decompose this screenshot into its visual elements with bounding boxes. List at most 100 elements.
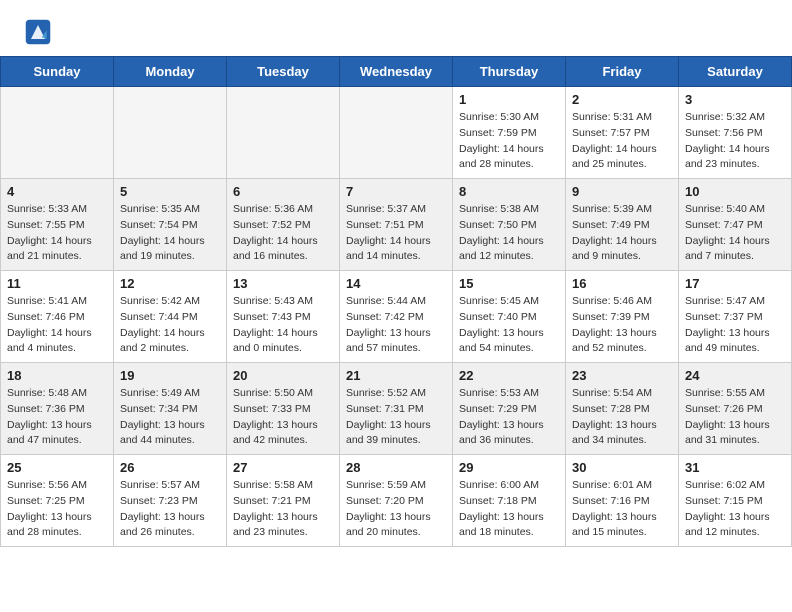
day-number: 18: [7, 368, 107, 383]
calendar-week-row: 25 Sunrise: 5:56 AM Sunset: 7:25 PM Dayli…: [1, 455, 792, 547]
calendar-day-cell: 18 Sunrise: 5:48 AM Sunset: 7:36 PM Dayli…: [1, 363, 114, 455]
day-number: 27: [233, 460, 333, 475]
day-of-week-header: Tuesday: [227, 57, 340, 87]
calendar-day-cell: 7 Sunrise: 5:37 AM Sunset: 7:51 PM Daylig…: [340, 179, 453, 271]
calendar-day-cell: 26 Sunrise: 5:57 AM Sunset: 7:23 PM Dayli…: [114, 455, 227, 547]
page-header: [0, 0, 792, 56]
calendar-day-cell: 23 Sunrise: 5:54 AM Sunset: 7:28 PM Dayli…: [566, 363, 679, 455]
calendar-day-cell: 16 Sunrise: 5:46 AM Sunset: 7:39 PM Dayli…: [566, 271, 679, 363]
day-of-week-header: Friday: [566, 57, 679, 87]
calendar-day-cell: 14 Sunrise: 5:44 AM Sunset: 7:42 PM Dayli…: [340, 271, 453, 363]
day-info: Sunrise: 5:49 AM Sunset: 7:34 PM Dayligh…: [120, 386, 220, 449]
day-info: Sunrise: 5:38 AM Sunset: 7:50 PM Dayligh…: [459, 202, 559, 265]
day-number: 24: [685, 368, 785, 383]
calendar-day-cell: 13 Sunrise: 5:43 AM Sunset: 7:43 PM Dayli…: [227, 271, 340, 363]
day-info: Sunrise: 5:57 AM Sunset: 7:23 PM Dayligh…: [120, 478, 220, 541]
day-number: 5: [120, 184, 220, 199]
calendar-day-cell: 15 Sunrise: 5:45 AM Sunset: 7:40 PM Dayli…: [453, 271, 566, 363]
calendar-week-row: 18 Sunrise: 5:48 AM Sunset: 7:36 PM Dayli…: [1, 363, 792, 455]
calendar-day-cell: 29 Sunrise: 6:00 AM Sunset: 7:18 PM Dayli…: [453, 455, 566, 547]
calendar-day-cell: 5 Sunrise: 5:35 AM Sunset: 7:54 PM Daylig…: [114, 179, 227, 271]
day-number: 2: [572, 92, 672, 107]
day-info: Sunrise: 5:31 AM Sunset: 7:57 PM Dayligh…: [572, 110, 672, 173]
day-number: 14: [346, 276, 446, 291]
day-info: Sunrise: 6:00 AM Sunset: 7:18 PM Dayligh…: [459, 478, 559, 541]
day-info: Sunrise: 5:48 AM Sunset: 7:36 PM Dayligh…: [7, 386, 107, 449]
day-number: 6: [233, 184, 333, 199]
day-info: Sunrise: 5:44 AM Sunset: 7:42 PM Dayligh…: [346, 294, 446, 357]
day-of-week-header: Sunday: [1, 57, 114, 87]
day-number: 15: [459, 276, 559, 291]
calendar-day-cell: 30Sunrise: 6:01 AM Sunset: 7:16 PM Dayli…: [566, 455, 679, 547]
calendar-day-cell: 17 Sunrise: 5:47 AM Sunset: 7:37 PM Dayli…: [679, 271, 792, 363]
day-number: 11: [7, 276, 107, 291]
day-number: 3: [685, 92, 785, 107]
day-number: 10: [685, 184, 785, 199]
calendar-day-cell: 28 Sunrise: 5:59 AM Sunset: 7:20 PM Dayli…: [340, 455, 453, 547]
calendar-day-cell: 8 Sunrise: 5:38 AM Sunset: 7:50 PM Daylig…: [453, 179, 566, 271]
day-info: Sunrise: 5:55 AM Sunset: 7:26 PM Dayligh…: [685, 386, 785, 449]
calendar-day-cell: 19 Sunrise: 5:49 AM Sunset: 7:34 PM Dayli…: [114, 363, 227, 455]
logo-icon: [24, 18, 52, 46]
day-info: Sunrise: 5:36 AM Sunset: 7:52 PM Dayligh…: [233, 202, 333, 265]
day-number: 19: [120, 368, 220, 383]
day-of-week-header: Monday: [114, 57, 227, 87]
day-number: 26: [120, 460, 220, 475]
calendar-week-row: 11 Sunrise: 5:41 AM Sunset: 7:46 PM Dayli…: [1, 271, 792, 363]
day-info: Sunrise: 5:35 AM Sunset: 7:54 PM Dayligh…: [120, 202, 220, 265]
calendar-day-cell: 4Sunrise: 5:33 AM Sunset: 7:55 PM Daylig…: [1, 179, 114, 271]
calendar-day-cell: 9Sunrise: 5:39 AM Sunset: 7:49 PM Daylig…: [566, 179, 679, 271]
calendar-day-cell: 31Sunrise: 6:02 AM Sunset: 7:15 PM Dayli…: [679, 455, 792, 547]
day-info: Sunrise: 6:01 AM Sunset: 7:16 PM Dayligh…: [572, 478, 672, 541]
day-info: Sunrise: 5:42 AM Sunset: 7:44 PM Dayligh…: [120, 294, 220, 357]
day-number: 8: [459, 184, 559, 199]
day-info: Sunrise: 5:45 AM Sunset: 7:40 PM Dayligh…: [459, 294, 559, 357]
day-number: 16: [572, 276, 672, 291]
day-info: Sunrise: 5:56 AM Sunset: 7:25 PM Dayligh…: [7, 478, 107, 541]
day-number: 4: [7, 184, 107, 199]
calendar-day-cell: 1 Sunrise: 5:30 AM Sunset: 7:59 PM Daylig…: [453, 87, 566, 179]
logo: [24, 18, 56, 46]
calendar-day-cell: [1, 87, 114, 179]
day-info: Sunrise: 5:54 AM Sunset: 7:28 PM Dayligh…: [572, 386, 672, 449]
day-number: 28: [346, 460, 446, 475]
day-info: Sunrise: 5:50 AM Sunset: 7:33 PM Dayligh…: [233, 386, 333, 449]
day-number: 29: [459, 460, 559, 475]
day-number: 23: [572, 368, 672, 383]
calendar-day-cell: 24 Sunrise: 5:55 AM Sunset: 7:26 PM Dayli…: [679, 363, 792, 455]
calendar-day-cell: 6 Sunrise: 5:36 AM Sunset: 7:52 PM Daylig…: [227, 179, 340, 271]
day-info: Sunrise: 5:47 AM Sunset: 7:37 PM Dayligh…: [685, 294, 785, 357]
day-info: Sunrise: 5:32 AM Sunset: 7:56 PM Dayligh…: [685, 110, 785, 173]
day-number: 17: [685, 276, 785, 291]
day-number: 22: [459, 368, 559, 383]
calendar-day-cell: 22 Sunrise: 5:53 AM Sunset: 7:29 PM Dayli…: [453, 363, 566, 455]
day-number: 31: [685, 460, 785, 475]
day-number: 20: [233, 368, 333, 383]
day-info: Sunrise: 5:37 AM Sunset: 7:51 PM Dayligh…: [346, 202, 446, 265]
day-info: Sunrise: 5:53 AM Sunset: 7:29 PM Dayligh…: [459, 386, 559, 449]
calendar-day-cell: 3 Sunrise: 5:32 AM Sunset: 7:56 PM Daylig…: [679, 87, 792, 179]
day-number: 25: [7, 460, 107, 475]
day-info: Sunrise: 5:30 AM Sunset: 7:59 PM Dayligh…: [459, 110, 559, 173]
day-info: Sunrise: 5:40 AM Sunset: 7:47 PM Dayligh…: [685, 202, 785, 265]
calendar-day-cell: 27Sunrise: 5:58 AM Sunset: 7:21 PM Dayli…: [227, 455, 340, 547]
day-number: 21: [346, 368, 446, 383]
day-info: Sunrise: 5:59 AM Sunset: 7:20 PM Dayligh…: [346, 478, 446, 541]
calendar-day-cell: 12 Sunrise: 5:42 AM Sunset: 7:44 PM Dayli…: [114, 271, 227, 363]
day-number: 1: [459, 92, 559, 107]
calendar-day-cell: 2 Sunrise: 5:31 AM Sunset: 7:57 PM Daylig…: [566, 87, 679, 179]
calendar-day-cell: 20 Sunrise: 5:50 AM Sunset: 7:33 PM Dayli…: [227, 363, 340, 455]
calendar-day-cell: [114, 87, 227, 179]
day-number: 12: [120, 276, 220, 291]
day-info: Sunrise: 5:41 AM Sunset: 7:46 PM Dayligh…: [7, 294, 107, 357]
calendar-day-cell: 21 Sunrise: 5:52 AM Sunset: 7:31 PM Dayli…: [340, 363, 453, 455]
day-info: Sunrise: 5:52 AM Sunset: 7:31 PM Dayligh…: [346, 386, 446, 449]
day-info: Sunrise: 5:43 AM Sunset: 7:43 PM Dayligh…: [233, 294, 333, 357]
day-info: Sunrise: 5:46 AM Sunset: 7:39 PM Dayligh…: [572, 294, 672, 357]
calendar-week-row: 4Sunrise: 5:33 AM Sunset: 7:55 PM Daylig…: [1, 179, 792, 271]
day-number: 7: [346, 184, 446, 199]
day-of-week-header: Saturday: [679, 57, 792, 87]
day-number: 13: [233, 276, 333, 291]
calendar-header-row: SundayMondayTuesdayWednesdayThursdayFrid…: [1, 57, 792, 87]
day-info: Sunrise: 5:39 AM Sunset: 7:49 PM Dayligh…: [572, 202, 672, 265]
